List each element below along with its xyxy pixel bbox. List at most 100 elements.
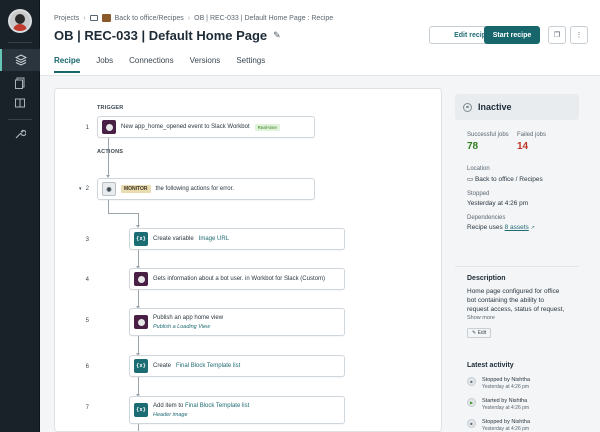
page-title: OB | REC-033 | Default Home Page ✎ (54, 28, 281, 43)
more-button[interactable]: ⋮ (570, 26, 588, 44)
action-step[interactable]: Publish an app home view Publish a Loadi… (129, 308, 345, 336)
stopped-value: Yesterday at 4:26 pm (467, 200, 529, 207)
edit-description-label: Edit (477, 330, 487, 336)
start-recipe-button[interactable]: Start recipe (484, 26, 540, 44)
status-text: Inactive (478, 102, 512, 112)
slack-bot-icon (134, 272, 148, 286)
house-emoji-icon (101, 14, 111, 22)
step-number: 1 (85, 125, 89, 131)
breadcrumb: Projects › Back to office/Recipes › OB |… (54, 14, 333, 22)
breadcrumb-separator: › (187, 14, 191, 22)
pencil-icon[interactable]: ✎ (273, 30, 281, 41)
successful-jobs[interactable]: Successful jobs 78 (467, 132, 517, 152)
breadcrumb-current: OB | REC-033 | Default Home Page : Recip… (194, 14, 334, 22)
edit-description-button[interactable]: ✎ Edit (467, 328, 492, 338)
nav-divider (8, 119, 32, 120)
tab-recipe[interactable]: Recipe (54, 56, 81, 73)
activity-time: Yesterday at 4:26 pm (482, 384, 530, 390)
failed-jobs-count: 14 (517, 141, 529, 152)
activity-title: Stopped by Nishtha (482, 377, 531, 383)
nav-item-tools[interactable] (0, 123, 40, 145)
actions-label: ACTIONS (97, 149, 124, 155)
description-section: Description Home page configured for off… (455, 266, 579, 338)
tab-settings[interactable]: Settings (236, 56, 265, 73)
dependencies-field: Dependencies Recipe uses 8 assets ↗ (467, 215, 567, 231)
step-text-line: Add item to Final Block Template list (153, 403, 249, 409)
breadcrumb-folder[interactable]: Back to office/Recipes (115, 15, 184, 22)
tab-jobs[interactable]: Jobs (96, 56, 113, 73)
left-nav (0, 0, 40, 432)
monitor-step[interactable]: ◉ MONITOR the following actions for erro… (97, 178, 315, 200)
job-stats: Successful jobs 78 Failed jobs 14 (467, 132, 567, 152)
activity-text: Started by Nishtha Yesterday at 4:26 pm (482, 398, 529, 411)
tab-versions[interactable]: Versions (190, 56, 221, 73)
stop-icon: ■ (467, 377, 476, 386)
show-more-link[interactable]: Show more (467, 315, 567, 321)
action-step[interactable]: Gets information about a bot user. in Wo… (129, 268, 345, 290)
action-step[interactable]: {x} Create Final Block Template list (129, 355, 345, 377)
activity-text: Stopped by Nishtha Yesterday at 4:26 pm (482, 377, 530, 390)
action-step[interactable]: {x} Add item to Final Block Template lis… (129, 396, 345, 424)
location-label: Location (467, 166, 490, 172)
step-text: Add item to (153, 402, 184, 409)
copy-button[interactable]: ❐ (548, 26, 566, 44)
step-number: 3 (85, 237, 89, 243)
stopped-field: Stopped Yesterday at 4:26 pm (467, 191, 567, 207)
nav-item-recipes[interactable] (0, 49, 40, 71)
monitor-badge: MONITOR (121, 185, 151, 193)
activity-item: ■ Stopped by Nishtha Yesterday at 4:26 p… (467, 419, 567, 432)
location-text: Back to office / Recipes (474, 176, 543, 183)
activity-item: ■ Stopped by Nishtha Yesterday at 4:26 p… (467, 377, 567, 390)
book-icon (15, 98, 25, 108)
step-text: Gets information about a bot user. in Wo… (153, 276, 325, 282)
wrench-icon (15, 129, 26, 139)
assets-link[interactable]: 8 assets (505, 224, 529, 231)
inactive-status-icon (463, 102, 472, 112)
step-highlight: Final Block Template list (185, 402, 250, 409)
variable-icon: {x} (134, 403, 148, 417)
page-title-text: OB | REC-033 | Default Home Page (54, 28, 268, 43)
connector-line (138, 336, 139, 354)
status-badge: Inactive (455, 94, 579, 120)
tab-connections[interactable]: Connections (129, 56, 173, 73)
successful-jobs-label: Successful jobs (467, 132, 509, 138)
step-number: 4 (85, 277, 89, 283)
variable-icon: {x} (134, 232, 148, 246)
breadcrumb-projects[interactable]: Projects (54, 15, 79, 22)
stopped-label: Stopped (467, 191, 490, 197)
stop-icon: ■ (467, 419, 476, 428)
step-text: Create (153, 363, 172, 369)
description-title: Description (467, 275, 506, 282)
step-text: Create variable (153, 236, 194, 242)
tab-bar: Recipe Jobs Connections Versions Setting… (54, 56, 265, 73)
nav-item-assets[interactable] (0, 72, 40, 94)
activity-title: Started by Nishtha (482, 398, 528, 404)
location-value[interactable]: ▭ Back to office / Recipes (467, 175, 567, 183)
copy-icon: ❐ (553, 32, 561, 39)
step-highlight: Image URL (198, 236, 230, 242)
action-step[interactable]: {x} Create variable Image URL (129, 228, 345, 250)
step-text: Publish an app home view (153, 314, 224, 321)
step-subtitle: Header image (153, 411, 188, 418)
pencil-icon: ✎ (472, 330, 477, 336)
user-avatar[interactable] (8, 9, 32, 33)
connector-line (138, 250, 139, 267)
activity-time: Yesterday at 4:26 pm (482, 405, 530, 411)
nav-item-library[interactable] (0, 92, 40, 114)
step-subtitle: Publish a Loading View (153, 323, 211, 330)
page-header: Projects › Back to office/Recipes › OB |… (40, 0, 600, 76)
latest-activity-section: Latest activity ■ Stopped by Nishtha Yes… (455, 356, 579, 432)
trigger-step[interactable]: New app_home_opened event to Slack Workb… (97, 116, 315, 138)
failed-jobs[interactable]: Failed jobs 14 (517, 132, 567, 152)
layers-icon (15, 54, 27, 66)
folder-icon (89, 15, 98, 21)
recipe-sidebar: Inactive Successful jobs 78 Failed jobs … (455, 94, 579, 432)
step-text-block: Add item to Final Block Template list He… (153, 403, 249, 418)
step-text: the following actions for error. (155, 186, 234, 192)
step-highlight: Final Block Template list (176, 363, 241, 369)
recipe-details: Successful jobs 78 Failed jobs 14 Locati… (455, 124, 579, 256)
activity-title: Stopped by Nishtha (482, 419, 531, 425)
play-icon: ▶ (467, 398, 476, 407)
slack-bot-icon (134, 315, 148, 329)
step-number: 5 (85, 318, 89, 324)
